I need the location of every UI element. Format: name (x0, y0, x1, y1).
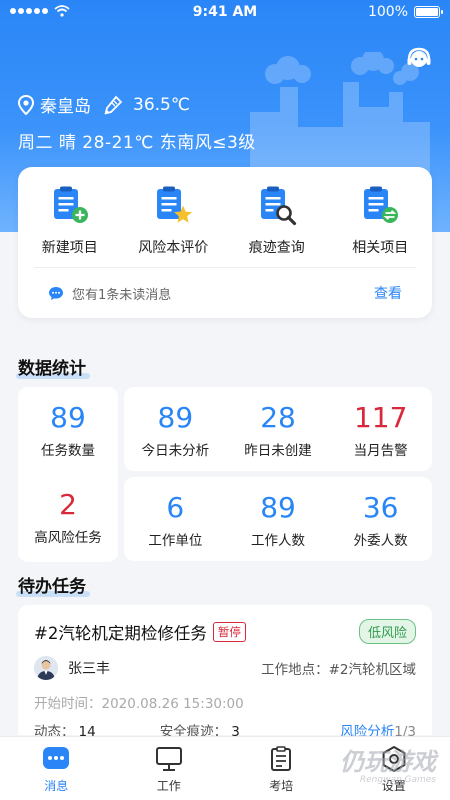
person-avatar-icon (34, 656, 58, 680)
stats-section-title: 数据统计 (16, 354, 90, 379)
stat-high-risk[interactable]: 2 高风险任务 (18, 474, 118, 561)
stat-outsourced[interactable]: 36 外委人数 (329, 477, 432, 561)
new-project-button[interactable]: 新建项目 (18, 167, 122, 267)
clipboard-icon (267, 745, 295, 773)
stat-label: 外委人数 (353, 533, 408, 549)
stat-value: 2 (59, 488, 77, 521)
todo-section-title: 待办任务 (16, 572, 90, 597)
battery-percent: 100% (367, 4, 408, 20)
tab-work[interactable]: 工作 (113, 737, 226, 800)
battery-icon (414, 6, 443, 18)
start-time-value: 2020.08.26 15:30:00 (101, 696, 244, 712)
watermark-logo: 仍玩游戏 Rengwan Games (340, 742, 436, 785)
stat-label: 高风险任务 (34, 530, 102, 546)
stat-label: 昨日未创建 (244, 443, 312, 459)
view-message-link[interactable]: 查看 (374, 283, 402, 303)
stat-value: 28 (260, 401, 296, 434)
trace-search-icon (260, 186, 296, 226)
related-project-icon (364, 186, 399, 223)
task-person-row: 张三丰 工作地点：#2汽轮机区域 (34, 656, 416, 680)
stat-value: 36 (362, 491, 399, 524)
city-name: 秦皇岛 (40, 97, 91, 117)
stat-work-units[interactable]: 6 工作单位 (124, 477, 227, 561)
location-row[interactable]: 秦皇岛 36.5℃ (18, 92, 190, 117)
status-bar: 9:41 AM 100% (0, 0, 450, 26)
weather-forecast: 周二 晴 28-21℃ 东南风≤3级 (18, 133, 256, 153)
stat-label: 工作单位 (148, 533, 203, 549)
work-site: 工作地点：#2汽轮机区域 (261, 658, 416, 678)
stats-card-row1: 89 今日未分析 28 昨日未创建 117 当月告警 (124, 387, 432, 471)
unread-message-text: 您有1条未读消息 (72, 287, 172, 303)
start-time-row: 开始时间：2020.08.26 15:30:00 (34, 692, 416, 712)
temperature-value: 36.5℃ (133, 94, 190, 115)
location-pin-icon (18, 94, 34, 115)
watermark-subtext: Rengwan Games (359, 775, 436, 785)
task-header: #2汽轮机定期检修任务 暂停 低风险 (34, 619, 416, 644)
quick-actions-card: 新建项目 风险本评价 痕迹查询 相关项目 您有1条未读消息 查看 (18, 167, 432, 318)
stat-workers[interactable]: 89 工作人数 (227, 477, 330, 561)
avatar (34, 656, 58, 680)
chat-bubble-icon (49, 286, 63, 300)
message-icon (42, 745, 70, 773)
risk-level-badge: 低风险 (358, 619, 416, 644)
stats-card-row2: 6 工作单位 89 工作人数 36 外委人数 (124, 477, 432, 561)
paused-badge: 暂停 (212, 621, 246, 642)
quick-actions-row: 新建项目 风险本评价 痕迹查询 相关项目 (18, 167, 432, 267)
stat-monthly-alerts[interactable]: 117 当月告警 (329, 387, 432, 471)
temperature: 36.5℃ (103, 95, 190, 115)
tab-label: 消息 (44, 779, 69, 793)
stat-value: 89 (260, 491, 296, 524)
tab-label: 工作 (156, 779, 181, 793)
work-site-label: 工作地点： (261, 662, 329, 678)
thermometer-icon (104, 95, 123, 115)
new-project-icon (53, 186, 88, 223)
stat-label: 当月告警 (353, 443, 408, 459)
tab-label: 考培 (269, 779, 294, 793)
related-project-button[interactable]: 相关项目 (329, 167, 433, 267)
start-time-label: 开始时间： (34, 696, 102, 712)
risk-evaluation-button[interactable]: 风险本评价 (122, 167, 226, 267)
risk-evaluation-icon (157, 186, 193, 223)
tab-message[interactable]: 消息 (0, 737, 113, 800)
stat-value: 89 (157, 401, 194, 434)
stat-value: 117 (353, 401, 408, 434)
task-card[interactable]: #2汽轮机定期检修任务 暂停 低风险 张三丰 工作地点：#2汽轮机区域 开始时间… (18, 605, 432, 740)
stat-label: 工作人数 (251, 533, 305, 549)
related-project-label: 相关项目 (352, 240, 409, 256)
stat-value: 6 (166, 491, 185, 524)
stat-yesterday-uncreated[interactable]: 28 昨日未创建 (227, 387, 330, 471)
tab-training[interactable]: 考培 (225, 737, 338, 800)
stat-label: 今日未分析 (141, 443, 210, 459)
unread-message-row[interactable]: 您有1条未读消息 查看 (18, 268, 432, 318)
stat-today-unanalyzed[interactable]: 89 今日未分析 (124, 387, 227, 471)
monitor-icon (155, 745, 183, 773)
new-project-label: 新建项目 (41, 240, 98, 256)
stat-task-count[interactable]: 89 任务数量 (18, 387, 118, 474)
stat-label: 任务数量 (41, 443, 95, 459)
battery-area: 100% (367, 4, 443, 20)
task-title: #2汽轮机定期检修任务 (34, 623, 207, 643)
person-name: 张三丰 (68, 661, 110, 677)
risk-evaluation-label: 风险本评价 (138, 240, 209, 256)
trace-search-label: 痕迹查询 (248, 240, 305, 256)
watermark-text: 仍玩游戏 (340, 748, 436, 776)
customer-service-icon[interactable] (406, 46, 432, 72)
stat-value: 89 (50, 401, 86, 434)
trace-search-button[interactable]: 痕迹查询 (225, 167, 329, 267)
work-site-value: #2汽轮机区域 (328, 662, 416, 678)
stats-tall-card: 89 任务数量 2 高风险任务 (18, 387, 118, 562)
